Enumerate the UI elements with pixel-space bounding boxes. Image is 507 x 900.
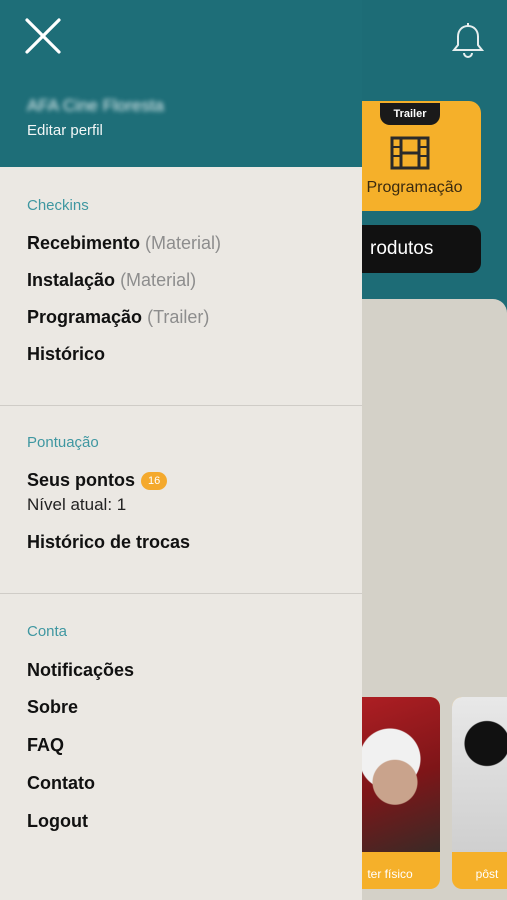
menu-item-historico-trocas[interactable]: Histórico de trocas — [27, 532, 190, 553]
trailer-badge: Trailer — [380, 103, 440, 125]
menu-item-sublabel: (Trailer) — [147, 307, 210, 327]
side-drawer: AFA Cine Floresta Editar perfil Checkins… — [0, 0, 362, 900]
menu-item-seus-pontos[interactable]: Seus pontos 16 — [27, 470, 168, 491]
points-badge: 16 — [141, 472, 168, 490]
divider — [0, 593, 362, 594]
menu-item-label: Programação — [27, 307, 143, 327]
film-icon — [390, 136, 430, 170]
profile-name: AFA Cine Floresta — [27, 96, 165, 115]
menu-item-label: Histórico — [27, 344, 106, 364]
bell-icon[interactable] — [450, 22, 486, 60]
level-text: Nível atual: 1 — [27, 495, 127, 514]
programacao-card-label: Programação — [366, 179, 463, 196]
menu-item-sublabel: (Material) — [120, 270, 197, 290]
section-title-conta: Conta — [27, 623, 68, 640]
poster-caption: pôst — [475, 867, 499, 881]
poster-card[interactable]: pôst — [452, 697, 507, 889]
menu-item-notificacoes[interactable]: Notificações — [27, 660, 134, 681]
menu-item-label: Recebimento — [27, 233, 141, 253]
programacao-card[interactable]: Trailer Programação — [348, 101, 481, 211]
menu-item-label: Seus pontos — [27, 470, 136, 490]
drawer-header: AFA Cine Floresta Editar perfil — [0, 0, 362, 167]
menu-item-programacao[interactable]: Programação (Trailer) — [27, 307, 209, 328]
section-title-checkins: Checkins — [27, 197, 89, 214]
divider — [0, 405, 362, 406]
poster-image — [452, 697, 507, 852]
menu-item-label: Instalação — [27, 270, 116, 290]
menu-item-instalacao[interactable]: Instalação (Material) — [27, 270, 196, 291]
menu-item-logout[interactable]: Logout — [27, 811, 88, 832]
section-title-pontuacao: Pontuação — [27, 434, 99, 451]
menu-item-sobre[interactable]: Sobre — [27, 697, 78, 718]
menu-item-historico[interactable]: Histórico — [27, 344, 105, 365]
menu-item-sublabel: (Material) — [145, 233, 222, 253]
menu-item-recebimento[interactable]: Recebimento (Material) — [27, 233, 221, 254]
edit-profile-link[interactable]: Editar perfil — [27, 122, 103, 139]
menu-item-contato[interactable]: Contato — [27, 773, 95, 794]
menu-item-label: Histórico de trocas — [27, 532, 191, 552]
menu-item-faq[interactable]: FAQ — [27, 735, 64, 756]
close-icon[interactable] — [24, 17, 62, 55]
